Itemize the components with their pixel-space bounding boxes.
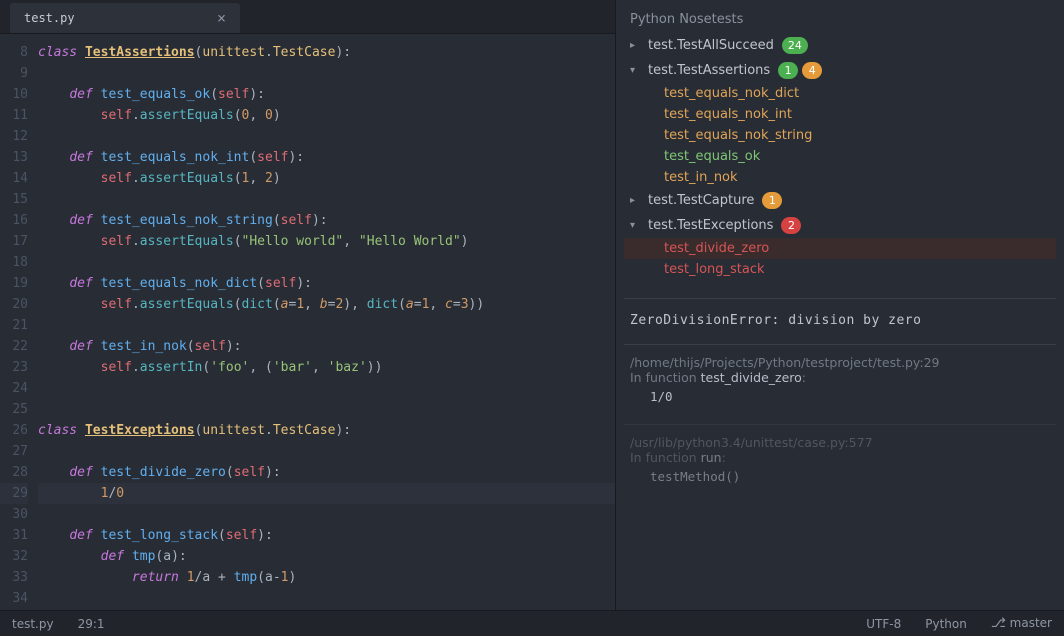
test-item[interactable]: test_equals_ok <box>624 146 1056 167</box>
tab-label: test.py <box>24 11 75 25</box>
test-item[interactable]: test_equals_nok_string <box>624 125 1056 146</box>
trace-file: /home/thijs/Projects/Python/testproject/… <box>630 355 1050 370</box>
test-item[interactable]: test_in_nok <box>624 167 1056 188</box>
count-badge: 1 <box>762 192 782 209</box>
suite-name: test.TestAllSucceed <box>648 38 774 53</box>
chevron-right-icon: ▸ <box>630 40 640 51</box>
suite-name: test.TestExceptions <box>648 218 773 233</box>
line-gutter: 8910111213141516171819202122232425262728… <box>0 42 38 610</box>
count-badge: 1 <box>778 62 798 79</box>
test-tree: ▸test.TestAllSucceed24 ▾test.TestAsserti… <box>624 33 1056 280</box>
suite-row[interactable]: ▾ test.TestExceptions 2 <box>624 213 1056 238</box>
trace-code: 1/0 <box>630 389 1050 404</box>
count-badge: 2 <box>781 217 801 234</box>
panel-title: Python Nosetests <box>624 8 1056 31</box>
trace-code: testMethod() <box>630 469 1050 484</box>
trace-frame[interactable]: /home/thijs/Projects/Python/testproject/… <box>624 344 1056 414</box>
tab-test-py[interactable]: test.py × <box>10 3 240 33</box>
close-icon[interactable]: × <box>217 11 226 26</box>
status-file[interactable]: test.py <box>12 617 54 631</box>
code-area[interactable]: 8910111213141516171819202122232425262728… <box>0 34 615 610</box>
suite-name: test.TestCapture <box>648 193 754 208</box>
status-cursor[interactable]: 29:1 <box>78 617 105 631</box>
chevron-right-icon: ▸ <box>630 195 640 206</box>
test-item[interactable]: test_long_stack <box>624 259 1056 280</box>
trace-function: In function run: <box>630 450 1050 465</box>
status-bar: test.py 29:1 UTF-8 Python ⎇ master <box>0 610 1064 636</box>
tab-bar: test.py × <box>0 0 615 34</box>
test-item[interactable]: test_equals_nok_dict <box>624 83 1056 104</box>
branch-icon: ⎇ <box>991 616 1006 631</box>
trace-file: /usr/lib/python3.4/unittest/case.py:577 <box>630 435 1050 450</box>
code-lines[interactable]: class TestAssertions(unittest.TestCase):… <box>38 42 615 610</box>
stack-traces: /home/thijs/Projects/Python/testproject/… <box>624 334 1056 494</box>
suite-name: test.TestAssertions <box>648 63 770 78</box>
count-badge: 4 <box>802 62 822 79</box>
error-message: ZeroDivisionError: division by zero <box>624 298 1056 334</box>
trace-frame[interactable]: /usr/lib/python3.4/unittest/case.py:577I… <box>624 424 1056 494</box>
test-item[interactable]: test_divide_zero <box>624 238 1056 259</box>
branch-name: master <box>1010 616 1052 630</box>
suite-row[interactable]: ▾ test.TestAssertions 1 4 <box>624 58 1056 83</box>
test-item[interactable]: test_equals_nok_int <box>624 104 1056 125</box>
status-branch[interactable]: ⎇ master <box>991 616 1052 631</box>
trace-function: In function test_divide_zero: <box>630 370 1050 385</box>
editor-pane: test.py × 891011121314151617181920212223… <box>0 0 616 610</box>
suite-row[interactable]: ▸ test.TestCapture 1 <box>624 188 1056 213</box>
status-language[interactable]: Python <box>925 617 967 631</box>
suite-row[interactable]: ▸ test.TestAllSucceed 24 <box>624 33 1056 58</box>
count-badge: 24 <box>782 37 808 54</box>
chevron-down-icon: ▾ <box>630 65 640 76</box>
test-panel: Python Nosetests ▸test.TestAllSucceed24 … <box>616 0 1064 610</box>
status-encoding[interactable]: UTF-8 <box>866 617 901 631</box>
chevron-down-icon: ▾ <box>630 220 640 231</box>
